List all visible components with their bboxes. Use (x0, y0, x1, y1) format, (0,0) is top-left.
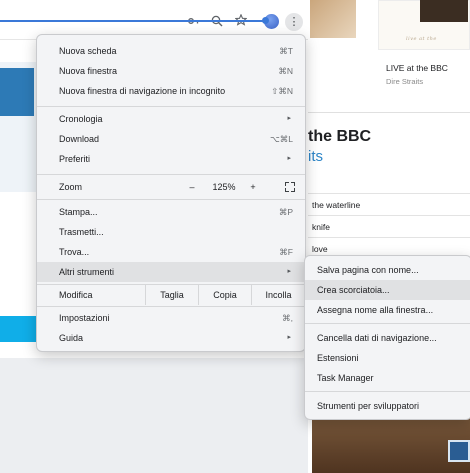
menu-item-shortcut: ⌘P (278, 207, 293, 217)
chevron-right-icon: ▸ (287, 334, 291, 341)
menu-item-label: Nuova finestra (59, 66, 118, 76)
menu-divider (37, 174, 305, 175)
menu-item-bookmarks[interactable]: Preferiti ▸ (37, 149, 305, 169)
menu-item-label: Download (59, 134, 100, 144)
fullscreen-icon[interactable] (285, 182, 295, 192)
menu-item-label: Nuova finestra di navigazione in incogni… (59, 86, 226, 96)
menu-item-label: Stampa... (59, 207, 98, 217)
menu-item-label: Modifica (59, 290, 93, 300)
divider (308, 112, 470, 113)
menu-item-edit: Modifica Taglia Copia Incolla (37, 285, 305, 305)
album-thumbnail[interactable] (310, 0, 356, 38)
copy-button[interactable]: Copia (198, 285, 251, 305)
menu-item-label: Zoom (59, 182, 83, 192)
submenu-item-save-page[interactable]: Salva pagina con nome... (305, 260, 470, 280)
album-artist[interactable]: Dire Straits (386, 77, 423, 86)
submenu-item-create-shortcut[interactable]: Crea scorciatoia... (305, 280, 470, 300)
menu-item-label: Impostazioni (59, 313, 110, 323)
submenu-item-task-manager[interactable]: Task Manager (305, 368, 470, 388)
chevron-right-icon: ▸ (287, 268, 291, 275)
menu-item-new-incognito-window[interactable]: Nuova finestra di navigazione in incogni… (37, 81, 305, 101)
menu-item-shortcut: ⌘, (282, 313, 293, 323)
paste-button[interactable]: Incolla (251, 285, 305, 305)
pointer-annotation-line (0, 20, 266, 22)
menu-item-label: Trova... (59, 247, 90, 257)
menu-item-label: Altri strumenti (59, 267, 115, 277)
menu-item-shortcut: ⇧⌘N (271, 86, 293, 96)
cut-button[interactable]: Taglia (145, 285, 198, 305)
page-title: the BBC (308, 128, 372, 145)
menu-item-shortcut: ⌘T (279, 46, 293, 56)
menu-item-shortcut: ⌥⌘L (269, 134, 293, 144)
page-thumbnail[interactable] (448, 440, 470, 462)
menu-item-shortcut: ⌘F (279, 247, 293, 257)
menu-item-settings[interactable]: Impostazioni ⌘, (37, 308, 305, 328)
menu-divider (305, 323, 470, 324)
menu-item-shortcut: ⌘N (278, 66, 293, 76)
menu-item-label: Cronologia (59, 114, 103, 124)
browser-menu-button[interactable]: ⋮ (285, 13, 303, 31)
track-row[interactable]: knife (308, 215, 470, 237)
browser-menu: Nuova scheda ⌘T Nuova finestra ⌘N Nuova … (36, 34, 306, 352)
page-artist-link[interactable]: its (308, 148, 323, 165)
menu-item-label: Trasmetti... (59, 227, 104, 237)
menu-item-history[interactable]: Cronologia ▸ (37, 109, 305, 129)
submenu-item-extensions[interactable]: Estensioni (305, 348, 470, 368)
chevron-right-icon: ▸ (287, 155, 291, 162)
more-tools-submenu: Salva pagina con nome... Crea scorciatoi… (304, 255, 470, 420)
zoom-in-button[interactable]: + (245, 177, 261, 197)
album-cover-art (420, 0, 468, 22)
menu-item-zoom: Zoom – 125% + (37, 177, 305, 197)
menu-item-find[interactable]: Trova... ⌘F (37, 242, 305, 262)
menu-item-help[interactable]: Guida ▸ (37, 328, 305, 348)
menu-item-downloads[interactable]: Download ⌥⌘L (37, 129, 305, 149)
menu-divider (37, 106, 305, 107)
track-row[interactable]: the waterline (308, 193, 470, 215)
menu-divider (37, 199, 305, 200)
submenu-item-clear-browsing-data[interactable]: Cancella dati di navigazione... (305, 328, 470, 348)
submenu-item-developer-tools[interactable]: Strumenti per sviluppatori (305, 396, 470, 416)
menu-item-label: Nuova scheda (59, 46, 117, 56)
submenu-item-name-window[interactable]: Assegna nome alla finestra... (305, 300, 470, 320)
album-cover-caption: live at the (406, 36, 437, 42)
zoom-level: 125% (212, 182, 236, 192)
page-blue-banner (0, 68, 34, 116)
menu-item-more-tools[interactable]: Altri strumenti ▸ (37, 262, 305, 282)
pointer-annotation-dot (262, 17, 269, 24)
chevron-right-icon: ▸ (287, 115, 291, 122)
menu-divider (37, 306, 305, 307)
album-title[interactable]: LIVE at the BBC (386, 63, 448, 73)
menu-item-label: Preferiti (59, 154, 91, 164)
menu-item-new-window[interactable]: Nuova finestra ⌘N (37, 61, 305, 81)
menu-item-print[interactable]: Stampa... ⌘P (37, 202, 305, 222)
page-cyan-banner (0, 316, 40, 342)
zoom-out-button[interactable]: – (182, 177, 202, 197)
menu-item-new-tab[interactable]: Nuova scheda ⌘T (37, 41, 305, 61)
page-image (312, 412, 470, 473)
menu-divider (305, 391, 470, 392)
menu-item-cast[interactable]: Trasmetti... (37, 222, 305, 242)
menu-item-label: Guida (59, 333, 84, 343)
